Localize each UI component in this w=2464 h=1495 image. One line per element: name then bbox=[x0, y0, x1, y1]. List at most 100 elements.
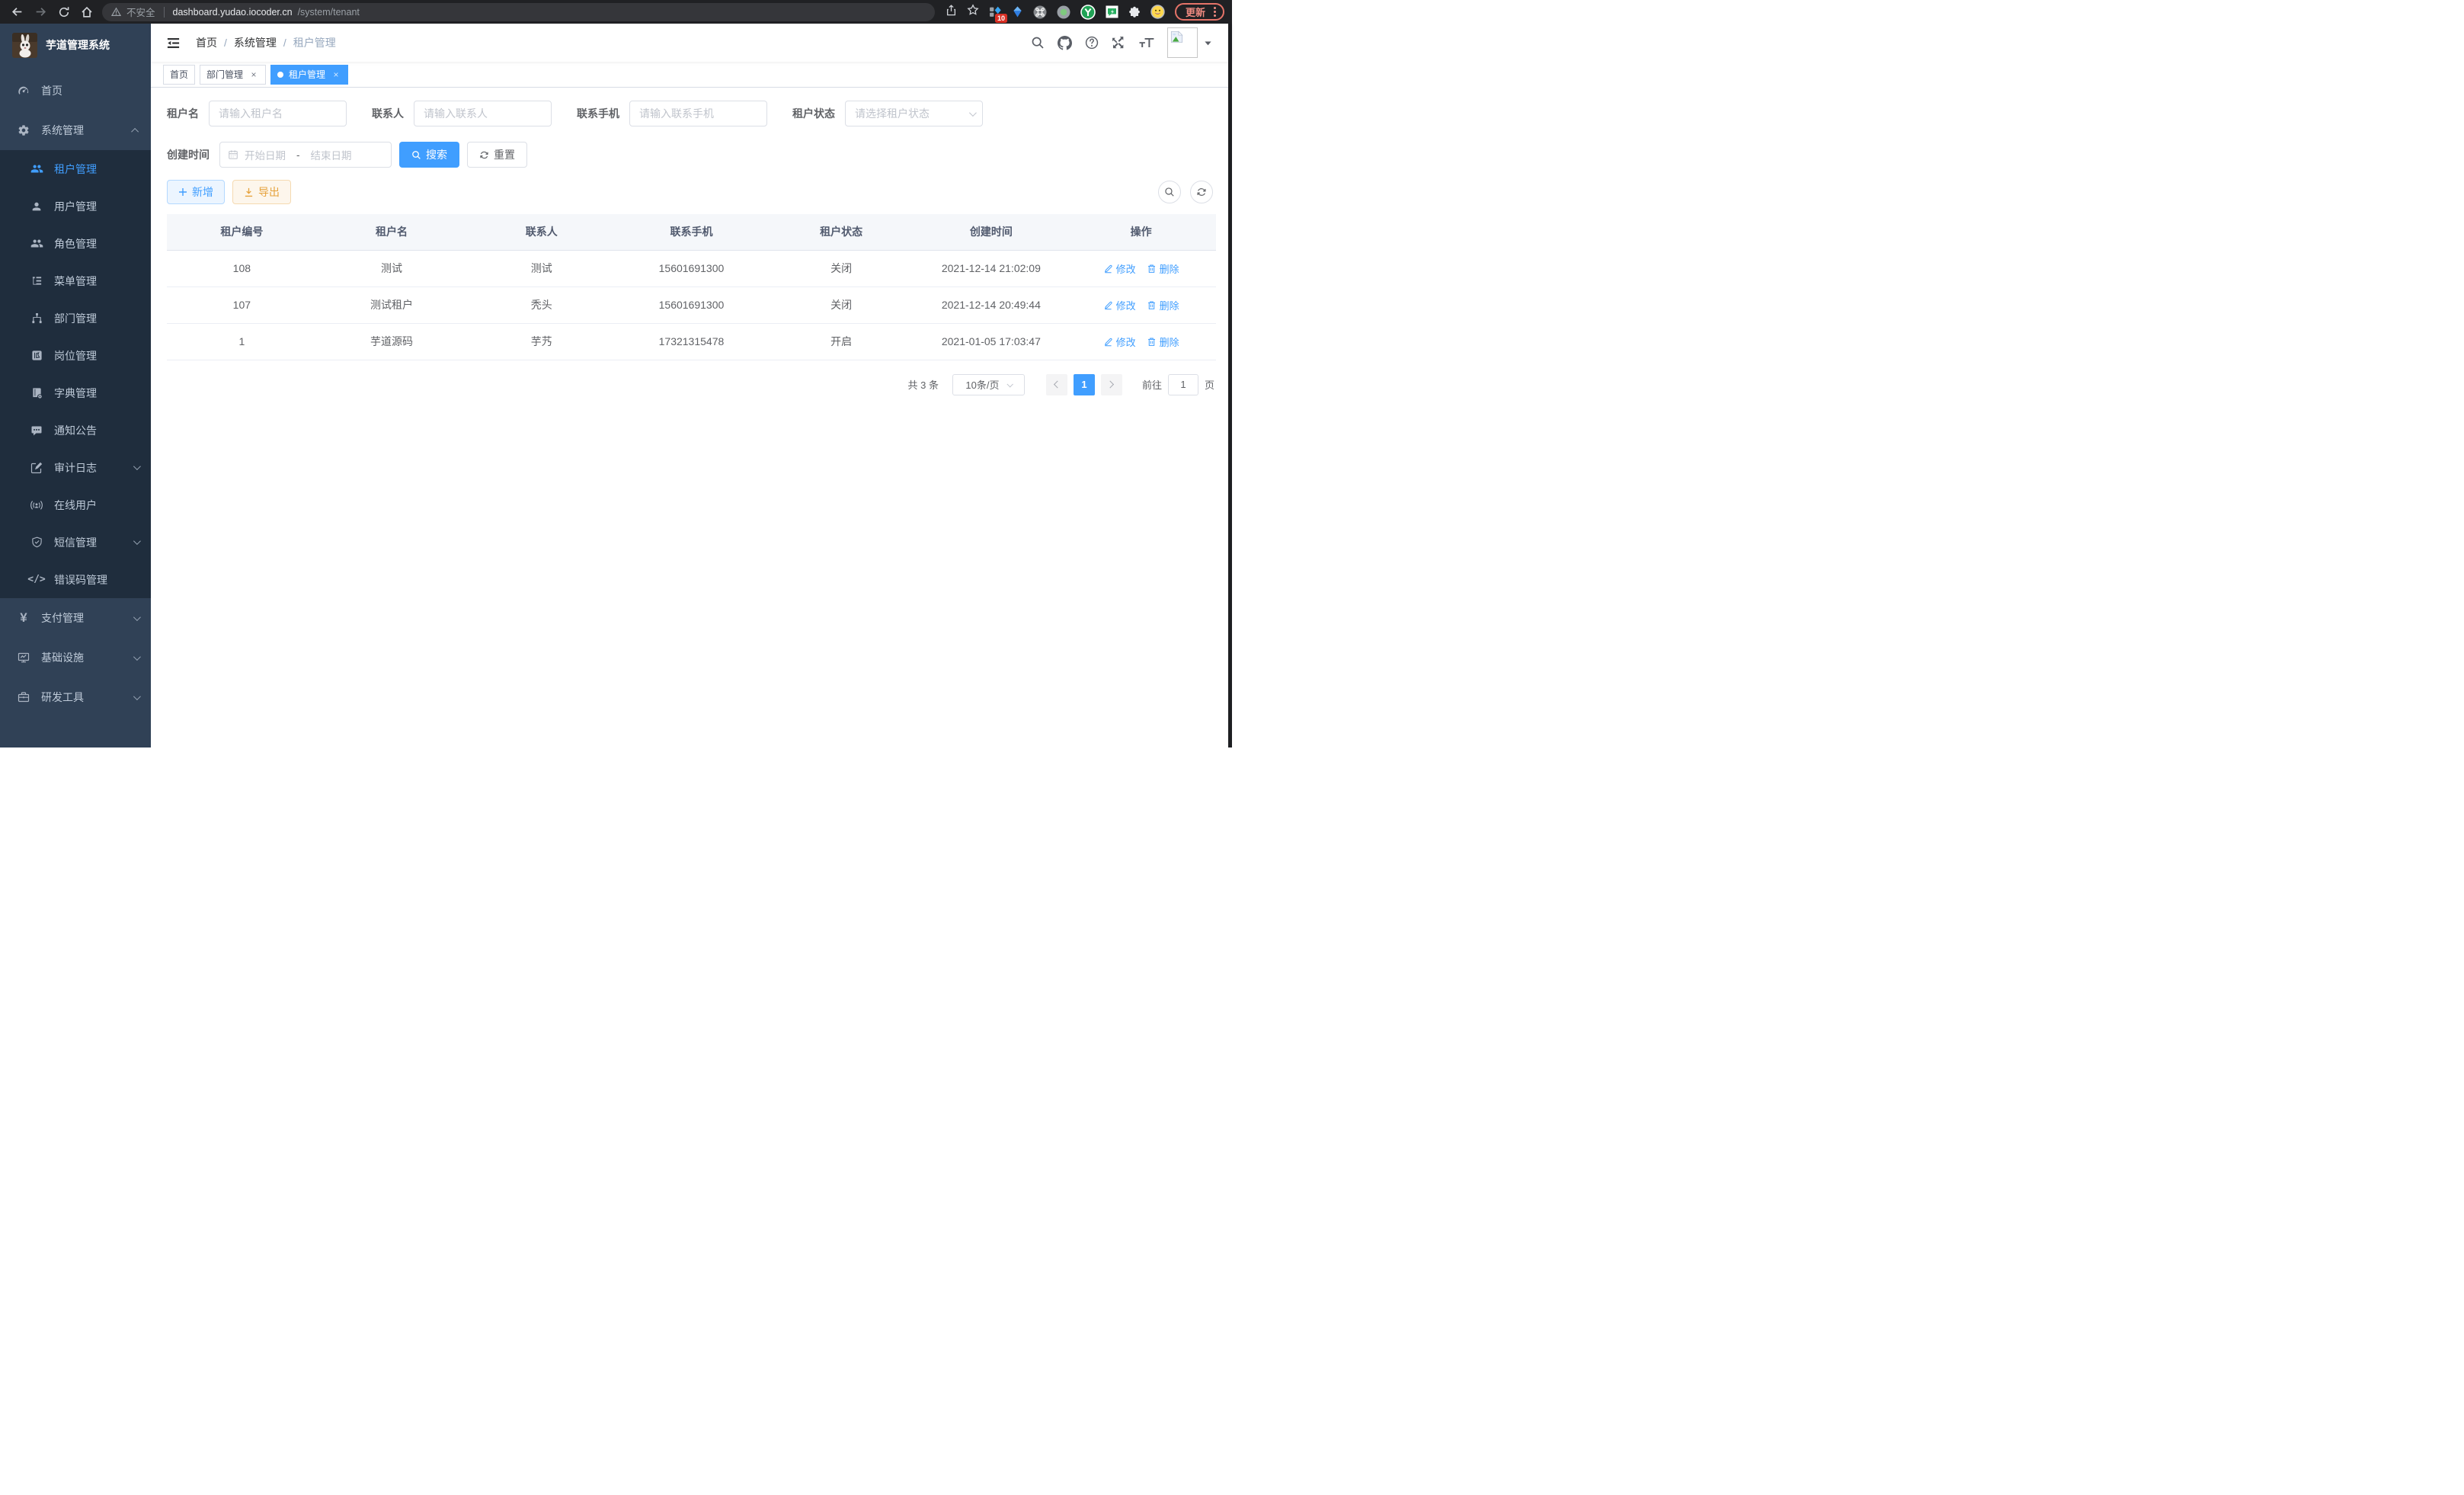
close-icon[interactable]: × bbox=[331, 69, 341, 80]
status-select[interactable]: 请选择租户状态 bbox=[845, 101, 983, 126]
user-group-icon bbox=[28, 237, 45, 250]
status-select-placeholder: 请选择租户状态 bbox=[855, 106, 930, 121]
goto-page-input[interactable] bbox=[1168, 374, 1198, 395]
github-icon[interactable] bbox=[1058, 36, 1072, 50]
sidebar-item[interactable]: 租户管理 bbox=[0, 150, 151, 187]
table-row: 107 测试租户 秃头 15601691300 关闭 2021-12-14 20… bbox=[167, 287, 1216, 323]
extension-dot-icon[interactable] bbox=[1057, 5, 1070, 19]
sidebar-item[interactable]: 研发工具 bbox=[0, 677, 151, 717]
sidebar-item[interactable]: 字典管理 bbox=[0, 374, 151, 411]
tab[interactable]: 首页 bbox=[163, 65, 195, 85]
breadcrumb-home[interactable]: 首页 bbox=[196, 35, 217, 50]
breadcrumb-separator: / bbox=[283, 37, 286, 49]
reload-icon[interactable] bbox=[58, 6, 70, 18]
sidebar-item-label: 在线用户 bbox=[54, 498, 139, 513]
browser-menu-icon bbox=[1214, 11, 1216, 13]
user-avatar-menu[interactable] bbox=[1167, 27, 1212, 58]
app-logo-row[interactable]: 芋道管理系统 bbox=[0, 24, 151, 66]
delete-label: 删除 bbox=[1160, 298, 1179, 312]
font-size-icon[interactable] bbox=[1138, 36, 1154, 50]
date-range-picker[interactable]: 开始日期 - 结束日期 bbox=[219, 142, 392, 168]
yen-icon: ¥ bbox=[15, 610, 32, 626]
reset-button[interactable]: 重置 bbox=[467, 142, 527, 168]
export-button[interactable]: 导出 bbox=[232, 180, 291, 204]
extension-command-icon[interactable] bbox=[1033, 5, 1047, 19]
hamburger-icon[interactable] bbox=[162, 36, 185, 50]
create-time-label: 创建时间 bbox=[167, 147, 210, 162]
refresh-icon bbox=[1196, 187, 1207, 197]
prev-page-button[interactable] bbox=[1046, 374, 1067, 395]
sidebar-item[interactable]: 岗位管理 bbox=[0, 337, 151, 374]
edit-link[interactable]: 修改 bbox=[1103, 335, 1136, 349]
tab[interactable]: 租户管理 × bbox=[270, 65, 348, 85]
current-page[interactable]: 1 bbox=[1074, 374, 1095, 395]
browser-update-button[interactable]: 更新 bbox=[1175, 3, 1224, 21]
cell-contact: 秃头 bbox=[466, 287, 616, 323]
col-tenant-id: 租户编号 bbox=[167, 214, 317, 250]
sidebar-item-label: 系统管理 bbox=[41, 123, 133, 138]
sidebar-item[interactable]: 系统管理 bbox=[0, 110, 151, 150]
sidebar-item[interactable]: 角色管理 bbox=[0, 225, 151, 262]
show-search-toggle-button[interactable] bbox=[1158, 181, 1181, 203]
delete-link[interactable]: 删除 bbox=[1147, 261, 1179, 276]
cell-tenant-id: 107 bbox=[167, 287, 317, 323]
profile-avatar-icon[interactable] bbox=[1150, 5, 1165, 19]
sidebar-item[interactable]: </> 错误码管理 bbox=[0, 561, 151, 598]
page-size-select[interactable]: 10条/页 bbox=[952, 374, 1025, 395]
extension-chat-icon[interactable] bbox=[1106, 5, 1118, 18]
address-bar[interactable]: 不安全 dashboard.yudao.iocoder.cn/system/te… bbox=[102, 3, 935, 21]
back-icon[interactable] bbox=[11, 5, 24, 18]
sidebar-item[interactable]: 基础设施 bbox=[0, 638, 151, 677]
extensions-puzzle-icon[interactable] bbox=[1128, 6, 1141, 18]
edit-label: 修改 bbox=[1116, 335, 1136, 349]
cell-mobile: 15601691300 bbox=[616, 287, 766, 323]
sidebar-item[interactable]: 菜单管理 bbox=[0, 262, 151, 299]
breadcrumb-system[interactable]: 系统管理 bbox=[234, 35, 277, 50]
breadcrumb-current: 租户管理 bbox=[293, 35, 336, 50]
tab[interactable]: 部门管理 × bbox=[200, 65, 266, 85]
delete-link[interactable]: 删除 bbox=[1147, 335, 1179, 349]
search-icon[interactable] bbox=[1031, 36, 1045, 50]
forward-icon[interactable] bbox=[34, 5, 47, 18]
extension-y-icon[interactable] bbox=[1080, 5, 1096, 20]
sidebar-item[interactable]: 审计日志 bbox=[0, 449, 151, 486]
next-page-button[interactable] bbox=[1101, 374, 1122, 395]
dropdown-caret-icon bbox=[1204, 39, 1212, 47]
status-label: 租户状态 bbox=[792, 106, 835, 121]
bookmark-star-icon[interactable] bbox=[967, 4, 979, 20]
sidebar-item-label: 通知公告 bbox=[54, 423, 139, 438]
tenant-name-input[interactable] bbox=[209, 101, 347, 126]
add-button[interactable]: 新增 bbox=[167, 180, 225, 204]
share-icon[interactable] bbox=[946, 5, 957, 20]
sidebar-item[interactable]: 在线用户 bbox=[0, 486, 151, 523]
edit-link[interactable]: 修改 bbox=[1103, 261, 1136, 276]
extension-blocks-icon[interactable]: 10 bbox=[989, 5, 1002, 18]
sidebar-item[interactable]: 首页 bbox=[0, 71, 151, 110]
sidebar-item-label: 基础设施 bbox=[41, 650, 133, 665]
breadcrumb-separator: / bbox=[224, 37, 227, 49]
delete-link[interactable]: 删除 bbox=[1147, 298, 1179, 312]
sidebar-item[interactable]: 部门管理 bbox=[0, 299, 151, 337]
close-icon[interactable]: × bbox=[248, 69, 259, 80]
sidebar-item[interactable]: 短信管理 bbox=[0, 523, 151, 561]
id-badge-icon bbox=[28, 350, 45, 361]
edit-link[interactable]: 修改 bbox=[1103, 298, 1136, 312]
fullscreen-icon[interactable] bbox=[1112, 36, 1125, 50]
user-icon bbox=[28, 200, 45, 213]
sidebar-item[interactable]: 通知公告 bbox=[0, 411, 151, 449]
refresh-table-button[interactable] bbox=[1190, 181, 1213, 203]
chevron-right-icon bbox=[1107, 381, 1115, 389]
contact-input[interactable] bbox=[414, 101, 552, 126]
edit-pencil-icon bbox=[1103, 337, 1113, 347]
security-warning-icon bbox=[111, 7, 121, 17]
extension-kite-icon[interactable] bbox=[1012, 6, 1023, 18]
cell-contact: 芋艿 bbox=[466, 323, 616, 360]
sidebar-item[interactable]: ¥ 支付管理 bbox=[0, 598, 151, 638]
search-button[interactable]: 搜索 bbox=[399, 142, 459, 168]
help-icon[interactable] bbox=[1085, 36, 1099, 50]
home-icon[interactable] bbox=[81, 6, 93, 18]
sidebar-item[interactable]: 用户管理 bbox=[0, 187, 151, 225]
chevron-left-icon bbox=[1054, 381, 1061, 389]
mobile-input[interactable] bbox=[629, 101, 767, 126]
chevron-down-icon bbox=[969, 109, 977, 117]
